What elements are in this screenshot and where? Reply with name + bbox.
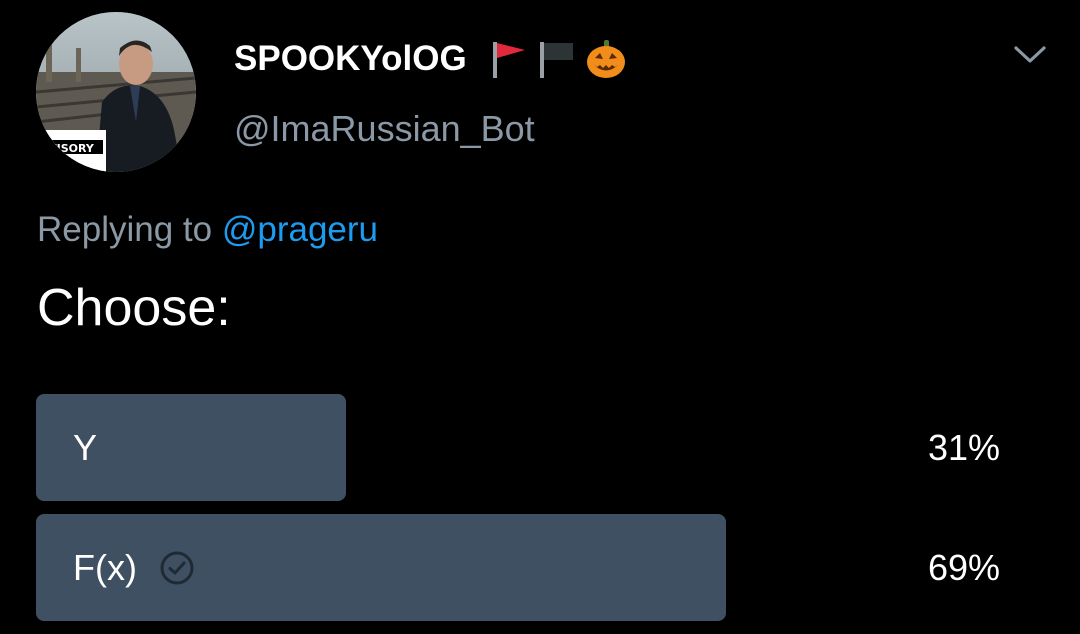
avatar[interactable]: VISORY	[36, 12, 196, 172]
display-name-text: SPOOKYolOG	[234, 39, 467, 78]
black-flag-icon	[537, 38, 579, 80]
poll-option: F(x) 69%	[36, 514, 1036, 621]
jack-o-lantern-icon	[585, 38, 627, 80]
poll-option-percent: 31%	[927, 426, 1000, 468]
poll-option-label-wrap: F(x)	[73, 514, 195, 621]
poll-option-label-wrap: Y	[73, 394, 97, 501]
tweet-text: Choose:	[37, 279, 231, 337]
replying-to: Replying to @prageru	[37, 210, 378, 250]
display-name[interactable]: SPOOKYolOG	[234, 34, 627, 84]
poll-option-label: F(x)	[73, 546, 137, 588]
check-circle-icon	[159, 550, 195, 586]
avatar-photo: VISORY	[36, 12, 196, 172]
user-handle[interactable]: @ImaRussian_Bot	[234, 108, 535, 150]
poll-option-percent: 69%	[927, 546, 1000, 588]
tweet: VISORY SPOOKYolOG @ImaRussian_Bot Replyi…	[0, 0, 1080, 634]
poll-option-label: Y	[73, 426, 98, 468]
poll-option: Y 31%	[36, 394, 1036, 501]
replying-prefix: Replying to	[37, 210, 213, 249]
red-flag-icon	[489, 38, 531, 80]
svg-text:VISORY: VISORY	[48, 142, 95, 155]
chevron-down-icon[interactable]	[1010, 36, 1050, 72]
reply-mention-link[interactable]: @prageru	[222, 210, 378, 249]
